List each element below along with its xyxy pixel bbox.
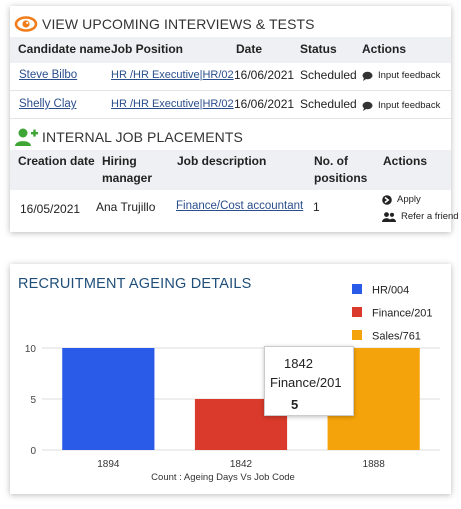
input-feedback-label: Input feedback	[378, 70, 441, 81]
interviews-section-header: VIEW UPCOMING INTERVIEWS & TESTS	[10, 12, 451, 36]
interview-status: Scheduled	[300, 68, 357, 82]
job-description-link[interactable]: Finance/Cost accountant	[176, 200, 303, 212]
tooltip-category: 1842	[284, 356, 313, 371]
no-of-positions: 1	[313, 200, 320, 214]
candidate-link[interactable]: Shelly Clay	[19, 98, 77, 110]
recruitment-ageing-card: RECRUITMENT AGEING DETAILS 0 5 10 1894 1842 1…	[10, 264, 451, 494]
col-no-of-positions-line2: positions	[314, 171, 368, 185]
interviews-table-header: Candidate name Job Position Date Status …	[10, 37, 451, 63]
table-row: 16/05/2021 Ana Trujillo Finance/Cost acc…	[10, 190, 459, 228]
col-date: Date	[236, 42, 263, 56]
interview-date: 16/06/2021	[234, 68, 295, 82]
col-candidate-name: Candidate name	[18, 42, 111, 56]
y-tick-label: 0	[30, 446, 36, 457]
col-hiring-manager-line2: manager	[102, 171, 153, 185]
bar-1894	[62, 348, 155, 450]
refer-friend-button[interactable]: Refer a friend	[382, 211, 459, 222]
x-tick-label: 1894	[97, 459, 120, 470]
tooltip-series: Finance/201	[270, 375, 342, 390]
col-hiring-manager: Hiring	[102, 154, 137, 168]
x-axis-label: Count : Ageing Days Vs Job Code	[151, 472, 295, 483]
refer-friend-label: Refer a friend	[401, 211, 459, 222]
input-feedback-label: Input feedback	[378, 100, 441, 111]
job-position-link[interactable]: HR /HR Executive|HR/02	[111, 69, 234, 81]
tooltip-value: 5	[291, 397, 299, 412]
creation-date: 16/05/2021	[20, 202, 81, 216]
apply-button[interactable]: Apply	[382, 194, 421, 205]
eye-icon	[14, 16, 38, 32]
col-no-of-positions: No. of	[314, 154, 348, 168]
placements-section-header: INTERNAL JOB PLACEMENTS	[10, 124, 451, 150]
col-job-description: Job description	[177, 154, 267, 168]
input-feedback-button[interactable]: Input feedback	[362, 100, 440, 111]
y-tick-label: 5	[30, 395, 36, 406]
legend-swatch	[352, 330, 362, 340]
users-icon	[382, 211, 396, 222]
ageing-bar-chart: 0 5 10 1894 1842 1888 Count : Ageing Days Vs J…	[25, 284, 440, 483]
interview-date: 16/06/2021	[234, 97, 295, 111]
add-user-icon	[15, 128, 38, 146]
col-status: Status	[300, 42, 337, 56]
col-placement-actions: Actions	[383, 154, 428, 168]
table-row: Shelly Clay HR /HR Executive|HR/02 16/06…	[10, 91, 451, 119]
arrow-circle-icon	[382, 194, 392, 205]
chat-icon	[362, 101, 373, 111]
table-row: Steve Bilbo HR /HR Executive|HR/02 16/06…	[10, 63, 451, 91]
legend-label: Sales/761	[372, 331, 421, 343]
apply-label: Apply	[397, 194, 421, 205]
legend-swatch	[352, 307, 362, 317]
interviews-title: VIEW UPCOMING INTERVIEWS & TESTS	[42, 16, 315, 32]
input-feedback-button[interactable]: Input feedback	[362, 70, 440, 81]
legend-label: Finance/201	[372, 308, 433, 320]
chat-icon	[362, 71, 373, 81]
legend-label: HR/004	[372, 285, 409, 297]
col-actions: Actions	[362, 42, 407, 56]
x-tick-label: 1842	[230, 459, 253, 470]
job-position-link[interactable]: HR /HR Executive|HR/02	[111, 98, 234, 110]
x-tick-label: 1888	[363, 459, 386, 470]
y-tick-label: 10	[25, 344, 37, 355]
col-job-position: Job Position	[111, 42, 183, 56]
chart-tooltip: 1842 Finance/201 5	[264, 346, 354, 416]
col-creation-date: Creation date	[18, 154, 95, 168]
placements-title: INTERNAL JOB PLACEMENTS	[42, 129, 243, 145]
hiring-manager: Ana Trujillo	[96, 200, 156, 214]
placements-table-header: Creation date Hiring manager Job descrip…	[10, 150, 451, 190]
interview-status: Scheduled	[300, 97, 357, 111]
candidate-link[interactable]: Steve Bilbo	[19, 69, 77, 81]
recruitment-tables-card: VIEW UPCOMING INTERVIEWS & TESTS Candida…	[10, 6, 459, 232]
legend-swatch	[352, 284, 362, 294]
